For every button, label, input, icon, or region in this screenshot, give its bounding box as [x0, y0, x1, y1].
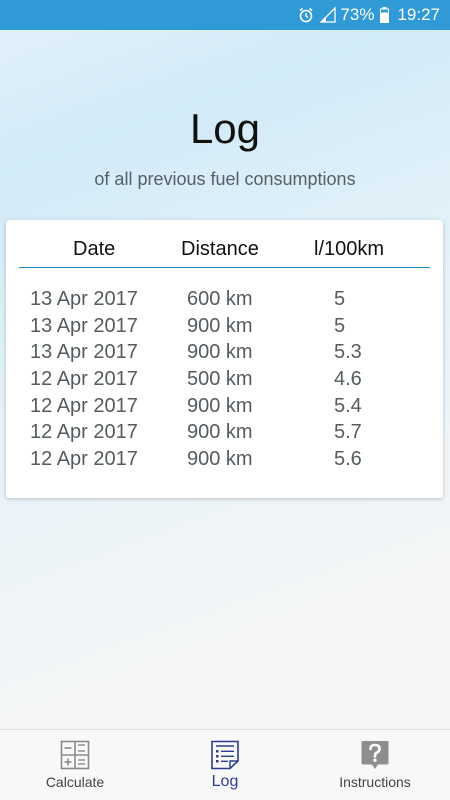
row-distance: 500 km	[187, 368, 253, 391]
nav-tab-calculate[interactable]: Calculate	[0, 730, 150, 800]
row-date: 12 Apr 2017	[30, 448, 138, 471]
row-distance: 900 km	[187, 394, 253, 417]
nav-label-log: Log	[211, 773, 239, 790]
nav-label-calculate: Calculate	[45, 774, 105, 790]
row-consumption: 5.6	[334, 448, 362, 471]
row-date: 12 Apr 2017	[30, 394, 138, 417]
table-row: 12 Apr 2017 900 km 5.6	[6, 446, 443, 473]
log-table-body: 13 Apr 2017 600 km 5 13 Apr 2017 900 km …	[6, 286, 443, 473]
row-consumption: 5.4	[334, 394, 362, 417]
log-list-icon	[210, 740, 240, 770]
battery-icon	[380, 7, 390, 23]
log-card: Date Distance l/100km 13 Apr 2017 600 km…	[6, 220, 443, 498]
nav-tab-instructions[interactable]: Instructions	[300, 730, 450, 800]
header-divider	[19, 267, 430, 268]
table-row: 12 Apr 2017 900 km 5.7	[6, 419, 443, 446]
alarm-icon	[298, 7, 314, 23]
table-row: 13 Apr 2017 900 km 5.3	[6, 339, 443, 366]
table-row: 13 Apr 2017 900 km 5	[6, 313, 443, 340]
row-consumption: 5	[334, 314, 346, 337]
battery-percent: 73%	[340, 5, 375, 24]
nav-tab-log[interactable]: Log	[150, 730, 300, 800]
row-date: 13 Apr 2017	[30, 314, 138, 337]
status-bar: 73% 19:27	[0, 0, 450, 30]
row-date: 12 Apr 2017	[30, 368, 138, 391]
row-consumption: 5.3	[334, 341, 362, 364]
nav-label-instructions: Instructions	[339, 774, 411, 790]
table-row: 13 Apr 2017 600 km 5	[6, 286, 443, 313]
row-distance: 900 km	[187, 421, 253, 444]
table-row: 12 Apr 2017 500 km 4.6	[6, 366, 443, 393]
column-header-distance: Distance	[181, 238, 259, 260]
table-row: 12 Apr 2017 900 km 5.4	[6, 393, 443, 420]
row-consumption: 5.7	[334, 421, 362, 444]
page-title: Log	[189, 105, 261, 152]
app-screen: 73% 19:27 Log of all previous fuel consu…	[0, 0, 450, 800]
row-distance: 900 km	[187, 341, 253, 364]
row-distance: 900 km	[187, 448, 253, 471]
row-date: 13 Apr 2017	[30, 341, 138, 364]
clock-time: 19:27	[397, 5, 440, 24]
page-subtitle: of all previous fuel consumptions	[94, 169, 356, 189]
signal-icon	[320, 7, 337, 23]
row-distance: 600 km	[187, 288, 253, 310]
row-date: 13 Apr 2017	[30, 288, 138, 310]
row-consumption: 5	[334, 288, 346, 310]
column-header-consumption: l/100km	[314, 238, 385, 260]
column-header-date: Date	[73, 238, 116, 260]
row-consumption: 4.6	[334, 368, 362, 391]
row-distance: 900 km	[187, 314, 253, 337]
calculator-icon	[60, 740, 90, 770]
row-date: 12 Apr 2017	[30, 421, 138, 444]
bottom-navigation: Calculate Log Instructions	[0, 729, 450, 800]
help-icon	[360, 740, 390, 770]
